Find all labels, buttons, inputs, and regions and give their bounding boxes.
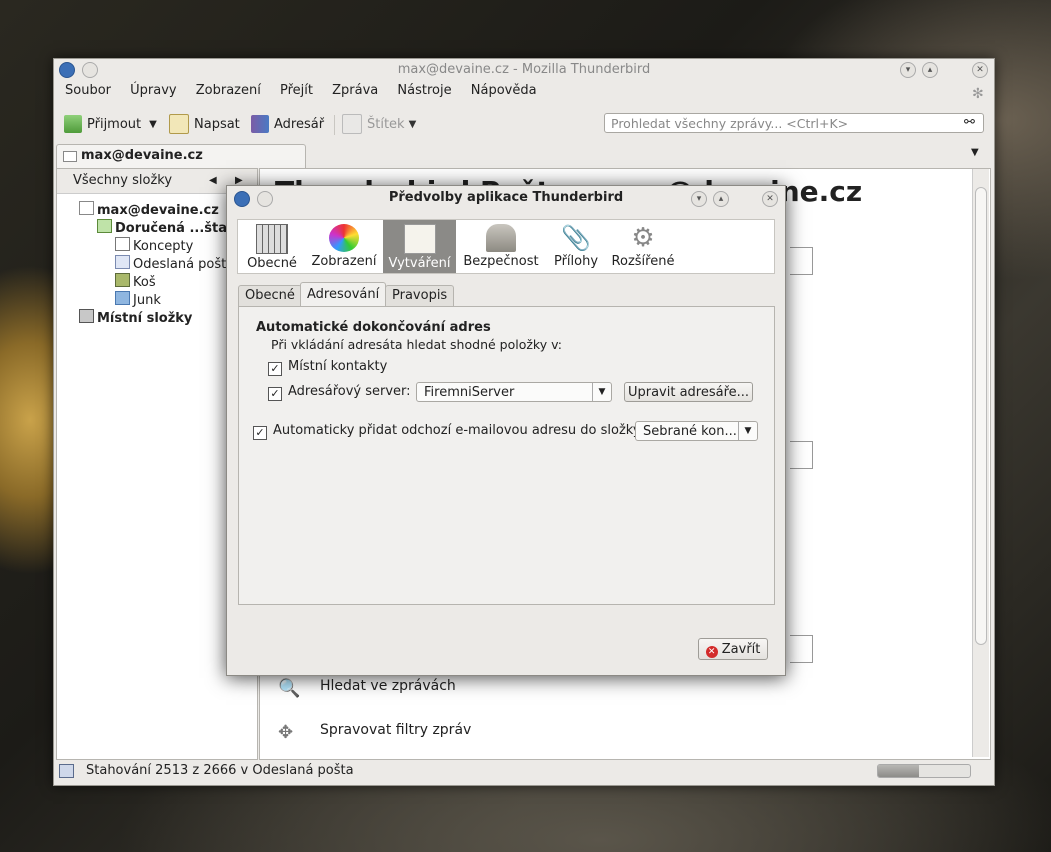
folder-local[interactable]: Místní složky — [79, 309, 192, 326]
filters-icon: ✥ — [278, 722, 294, 743]
get-mail-button[interactable]: Přijmout ▼ — [64, 111, 157, 137]
binoculars-icon[interactable]: ⚯ — [964, 115, 975, 130]
checkbox-checked[interactable]: ✓ — [268, 362, 282, 376]
pane-security[interactable]: Bezpečnost — [460, 220, 542, 273]
auto-add-checkbox[interactable]: ✓ Automaticky přidat odchozí e-mailovou a… — [253, 423, 644, 440]
inbox-icon — [97, 219, 112, 233]
auto-add-folder-select[interactable]: Sebrané kon... ▼ — [635, 421, 758, 441]
drafts-icon — [115, 237, 130, 251]
menu-zprava[interactable]: Zpráva — [332, 83, 378, 98]
pane-composition[interactable]: Vytváření — [383, 220, 456, 273]
envelope-icon — [79, 201, 94, 215]
minimize-icon[interactable]: ▾ — [900, 62, 916, 78]
pane-general[interactable]: Obecné — [238, 220, 306, 273]
directory-server-checkbox[interactable]: ✓ Adresářový server: — [268, 384, 411, 401]
maximize-icon[interactable]: ▴ — [922, 62, 938, 78]
address-book-icon — [251, 115, 269, 133]
pencil-paper-icon — [403, 224, 436, 254]
manage-filters-link[interactable]: Spravovat filtry zpráv — [320, 722, 471, 738]
folder-inbox[interactable]: Doručená ...šta ( — [97, 219, 237, 236]
section-description: Při vkládání adresáta hledat shodné polo… — [271, 337, 563, 352]
folder-drafts[interactable]: Koncepty — [115, 237, 193, 254]
chevron-down-icon[interactable]: ▼ — [592, 383, 611, 401]
section-title: Automatické dokončování adres — [256, 320, 491, 335]
activity-throbber-icon: ✻ — [972, 86, 984, 102]
addressing-panel: Automatické dokončování adres Při vkládá… — [238, 306, 775, 605]
local-contacts-checkbox[interactable]: ✓ Místní kontakty — [268, 359, 387, 376]
checkbox-checked[interactable]: ✓ — [268, 387, 282, 401]
chevron-down-icon[interactable]: ▼ — [738, 422, 757, 440]
close-window-icon[interactable]: ✕ — [972, 62, 988, 78]
folder-icon — [115, 291, 130, 305]
address-book-button[interactable]: Adresář — [251, 111, 324, 137]
search-input[interactable]: Prohledat všechny zprávy... <Ctrl+K> — [604, 113, 984, 133]
padlock-icon — [486, 224, 516, 252]
gear-icon: ⚙ — [631, 223, 655, 253]
pane-advanced[interactable]: ⚙ Rozšířené — [608, 220, 678, 273]
checkbox-checked[interactable]: ✓ — [253, 426, 267, 440]
menu-napoveda[interactable]: Nápověda — [471, 83, 537, 98]
tab-strip: max@devaine.cz ▼ — [54, 144, 994, 168]
chevron-down-icon[interactable]: ▼ — [409, 119, 417, 130]
status-text: Stahování 2513 z 2666 v Odeslaná pošta — [86, 763, 354, 778]
menu-zobrazeni[interactable]: Zobrazení — [196, 83, 261, 98]
progress-fill — [878, 765, 920, 777]
maximize-icon[interactable]: ▴ — [713, 191, 729, 207]
menu-nastroje[interactable]: Nástroje — [397, 83, 451, 98]
get-mail-icon — [64, 115, 82, 133]
scrollbar-thumb[interactable] — [975, 187, 987, 645]
menu-upravy[interactable]: Úpravy — [130, 83, 176, 98]
edit-directories-button[interactable]: Upravit adresáře... — [624, 382, 753, 402]
magnifier-icon: 🔍 — [278, 678, 301, 699]
preferences-dialog: Předvolby aplikace Thunderbird ▾ ▴ ✕ Obe… — [226, 185, 786, 676]
toolbar-separator — [334, 115, 335, 135]
color-wheel-icon — [329, 224, 359, 252]
previous-view-arrow-icon[interactable]: ◀ — [209, 169, 217, 193]
folder-sent[interactable]: Odeslaná pošta — [115, 255, 234, 272]
content-box — [790, 247, 813, 275]
paperclip-icon: 📎 — [561, 224, 591, 252]
tab-general[interactable]: Obecné — [238, 285, 302, 306]
sliders-icon — [256, 224, 288, 254]
pane-display[interactable]: Zobrazení — [308, 220, 380, 273]
folder-junk[interactable]: Junk — [115, 291, 161, 308]
menu-prejit[interactable]: Přejít — [280, 83, 313, 98]
folder-trash[interactable]: Koš — [115, 273, 156, 290]
menu-soubor[interactable]: Soubor — [65, 83, 111, 98]
directory-server-select[interactable]: FiremniServer ▼ — [416, 382, 612, 402]
pane-attachments[interactable]: 📎 Přílohy — [548, 220, 604, 273]
preference-panes: Obecné Zobrazení Vytváření Bezpečnost 📎 … — [237, 219, 775, 274]
trash-icon — [115, 273, 130, 287]
content-scrollbar[interactable] — [972, 169, 989, 757]
computer-icon — [79, 309, 94, 323]
tab-spelling[interactable]: Pravopis — [385, 285, 455, 306]
close-circle-icon: ✕ — [705, 646, 718, 658]
menubar: Soubor Úpravy Zobrazení Přejít Zpráva Ná… — [54, 83, 541, 105]
account-tab[interactable]: max@devaine.cz — [56, 144, 306, 168]
pencil-icon — [169, 114, 189, 134]
window-title: max@devaine.cz - Mozilla Thunderbird — [397, 62, 651, 77]
main-titlebar: max@devaine.cz - Mozilla Thunderbird ▾ ▴… — [54, 59, 994, 81]
chevron-down-icon[interactable]: ▼ — [149, 119, 157, 130]
close-button[interactable]: ✕ Zavřít — [698, 638, 768, 660]
minimize-icon[interactable]: ▾ — [691, 191, 707, 207]
folder-account[interactable]: max@devaine.cz — [79, 201, 219, 218]
content-box — [790, 441, 813, 469]
status-bar: Stahování 2513 z 2666 v Odeslaná pošta — [54, 759, 994, 783]
envelope-icon — [63, 151, 77, 162]
tab-list-chevron-icon[interactable]: ▼ — [971, 147, 979, 158]
download-progress-bar — [877, 764, 971, 778]
network-icon — [59, 764, 74, 778]
sent-icon — [115, 255, 130, 269]
tab-addressing[interactable]: Adresování — [300, 282, 387, 307]
write-button[interactable]: Napsat — [169, 111, 240, 137]
tag-button[interactable]: Štítek ▼ — [342, 111, 416, 137]
tag-icon — [342, 114, 362, 134]
close-dialog-icon[interactable]: ✕ — [762, 191, 778, 207]
content-box — [790, 635, 813, 663]
search-messages-link[interactable]: Hledat ve zprávách — [320, 678, 456, 694]
